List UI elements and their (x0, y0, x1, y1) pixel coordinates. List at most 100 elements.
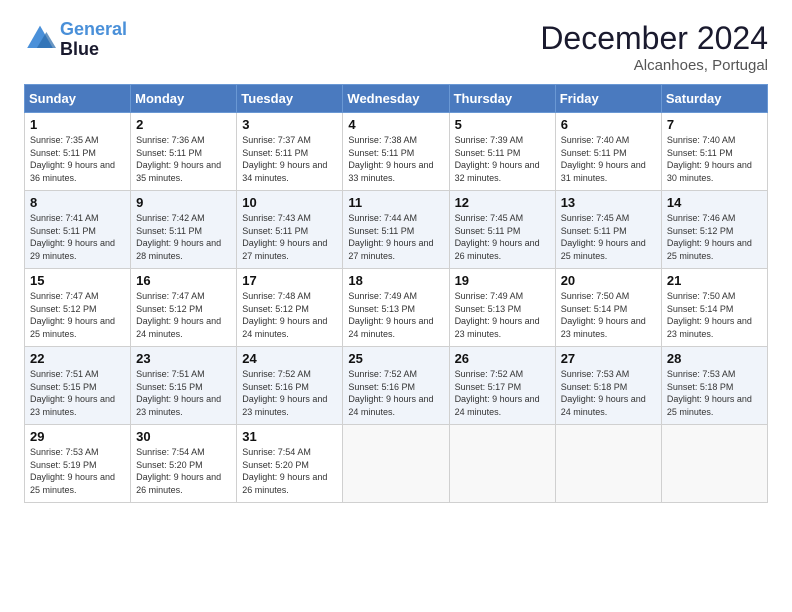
calendar-week-4: 22 Sunrise: 7:51 AMSunset: 5:15 PMDaylig… (25, 347, 768, 425)
header-saturday: Saturday (661, 85, 767, 113)
day-info: Sunrise: 7:44 AMSunset: 5:11 PMDaylight:… (348, 212, 443, 262)
day-info: Sunrise: 7:54 AMSunset: 5:20 PMDaylight:… (136, 446, 231, 496)
header-monday: Monday (131, 85, 237, 113)
day-info: Sunrise: 7:47 AMSunset: 5:12 PMDaylight:… (30, 290, 125, 340)
days-header-row: SundayMondayTuesdayWednesdayThursdayFrid… (25, 85, 768, 113)
day-number: 25 (348, 351, 443, 366)
header-sunday: Sunday (25, 85, 131, 113)
calendar-table: SundayMondayTuesdayWednesdayThursdayFrid… (24, 84, 768, 503)
calendar-cell: 1 Sunrise: 7:35 AMSunset: 5:11 PMDayligh… (25, 113, 131, 191)
day-info: Sunrise: 7:41 AMSunset: 5:11 PMDaylight:… (30, 212, 125, 262)
calendar-cell: 19 Sunrise: 7:49 AMSunset: 5:13 PMDaylig… (449, 269, 555, 347)
day-info: Sunrise: 7:50 AMSunset: 5:14 PMDaylight:… (561, 290, 656, 340)
day-number: 6 (561, 117, 656, 132)
calendar-cell: 13 Sunrise: 7:45 AMSunset: 5:11 PMDaylig… (555, 191, 661, 269)
day-number: 21 (667, 273, 762, 288)
calendar-cell (555, 425, 661, 503)
day-number: 5 (455, 117, 550, 132)
location: Alcanhoes, Portugal (540, 57, 768, 74)
day-number: 13 (561, 195, 656, 210)
day-number: 27 (561, 351, 656, 366)
calendar-cell: 24 Sunrise: 7:52 AMSunset: 5:16 PMDaylig… (237, 347, 343, 425)
day-info: Sunrise: 7:53 AMSunset: 5:19 PMDaylight:… (30, 446, 125, 496)
day-number: 3 (242, 117, 337, 132)
calendar-cell: 17 Sunrise: 7:48 AMSunset: 5:12 PMDaylig… (237, 269, 343, 347)
day-number: 12 (455, 195, 550, 210)
calendar-cell: 7 Sunrise: 7:40 AMSunset: 5:11 PMDayligh… (661, 113, 767, 191)
day-number: 29 (30, 429, 125, 444)
day-info: Sunrise: 7:45 AMSunset: 5:11 PMDaylight:… (561, 212, 656, 262)
day-number: 26 (455, 351, 550, 366)
day-info: Sunrise: 7:51 AMSunset: 5:15 PMDaylight:… (30, 368, 125, 418)
logo-icon (24, 24, 56, 56)
day-number: 18 (348, 273, 443, 288)
calendar-week-2: 8 Sunrise: 7:41 AMSunset: 5:11 PMDayligh… (25, 191, 768, 269)
day-number: 15 (30, 273, 125, 288)
day-info: Sunrise: 7:36 AMSunset: 5:11 PMDaylight:… (136, 134, 231, 184)
calendar-cell: 3 Sunrise: 7:37 AMSunset: 5:11 PMDayligh… (237, 113, 343, 191)
day-number: 19 (455, 273, 550, 288)
calendar-cell: 12 Sunrise: 7:45 AMSunset: 5:11 PMDaylig… (449, 191, 555, 269)
calendar-cell (343, 425, 449, 503)
day-number: 16 (136, 273, 231, 288)
day-number: 17 (242, 273, 337, 288)
calendar-cell (449, 425, 555, 503)
calendar-cell: 25 Sunrise: 7:52 AMSunset: 5:16 PMDaylig… (343, 347, 449, 425)
page-header: GeneralBlue December 2024 Alcanhoes, Por… (24, 20, 768, 74)
logo: GeneralBlue (24, 20, 127, 60)
calendar-cell: 15 Sunrise: 7:47 AMSunset: 5:12 PMDaylig… (25, 269, 131, 347)
day-info: Sunrise: 7:52 AMSunset: 5:16 PMDaylight:… (348, 368, 443, 418)
month-title: December 2024 (540, 20, 768, 57)
calendar-cell: 29 Sunrise: 7:53 AMSunset: 5:19 PMDaylig… (25, 425, 131, 503)
header-wednesday: Wednesday (343, 85, 449, 113)
day-number: 30 (136, 429, 231, 444)
day-info: Sunrise: 7:52 AMSunset: 5:16 PMDaylight:… (242, 368, 337, 418)
day-number: 10 (242, 195, 337, 210)
day-number: 2 (136, 117, 231, 132)
day-info: Sunrise: 7:38 AMSunset: 5:11 PMDaylight:… (348, 134, 443, 184)
day-info: Sunrise: 7:40 AMSunset: 5:11 PMDaylight:… (561, 134, 656, 184)
header-tuesday: Tuesday (237, 85, 343, 113)
header-thursday: Thursday (449, 85, 555, 113)
day-info: Sunrise: 7:52 AMSunset: 5:17 PMDaylight:… (455, 368, 550, 418)
calendar-cell: 9 Sunrise: 7:42 AMSunset: 5:11 PMDayligh… (131, 191, 237, 269)
calendar-cell: 10 Sunrise: 7:43 AMSunset: 5:11 PMDaylig… (237, 191, 343, 269)
calendar-cell: 14 Sunrise: 7:46 AMSunset: 5:12 PMDaylig… (661, 191, 767, 269)
day-number: 8 (30, 195, 125, 210)
day-info: Sunrise: 7:50 AMSunset: 5:14 PMDaylight:… (667, 290, 762, 340)
day-info: Sunrise: 7:43 AMSunset: 5:11 PMDaylight:… (242, 212, 337, 262)
calendar-cell: 21 Sunrise: 7:50 AMSunset: 5:14 PMDaylig… (661, 269, 767, 347)
calendar-cell: 31 Sunrise: 7:54 AMSunset: 5:20 PMDaylig… (237, 425, 343, 503)
day-info: Sunrise: 7:53 AMSunset: 5:18 PMDaylight:… (561, 368, 656, 418)
calendar-cell: 20 Sunrise: 7:50 AMSunset: 5:14 PMDaylig… (555, 269, 661, 347)
calendar-cell: 27 Sunrise: 7:53 AMSunset: 5:18 PMDaylig… (555, 347, 661, 425)
calendar-week-5: 29 Sunrise: 7:53 AMSunset: 5:19 PMDaylig… (25, 425, 768, 503)
calendar-cell: 4 Sunrise: 7:38 AMSunset: 5:11 PMDayligh… (343, 113, 449, 191)
day-info: Sunrise: 7:37 AMSunset: 5:11 PMDaylight:… (242, 134, 337, 184)
day-number: 22 (30, 351, 125, 366)
day-info: Sunrise: 7:40 AMSunset: 5:11 PMDaylight:… (667, 134, 762, 184)
day-info: Sunrise: 7:47 AMSunset: 5:12 PMDaylight:… (136, 290, 231, 340)
day-number: 31 (242, 429, 337, 444)
day-info: Sunrise: 7:54 AMSunset: 5:20 PMDaylight:… (242, 446, 337, 496)
calendar-cell: 26 Sunrise: 7:52 AMSunset: 5:17 PMDaylig… (449, 347, 555, 425)
calendar-cell: 6 Sunrise: 7:40 AMSunset: 5:11 PMDayligh… (555, 113, 661, 191)
logo-text: GeneralBlue (60, 20, 127, 60)
day-number: 7 (667, 117, 762, 132)
day-number: 23 (136, 351, 231, 366)
calendar-cell: 5 Sunrise: 7:39 AMSunset: 5:11 PMDayligh… (449, 113, 555, 191)
day-number: 24 (242, 351, 337, 366)
day-info: Sunrise: 7:42 AMSunset: 5:11 PMDaylight:… (136, 212, 231, 262)
calendar-cell: 16 Sunrise: 7:47 AMSunset: 5:12 PMDaylig… (131, 269, 237, 347)
day-info: Sunrise: 7:53 AMSunset: 5:18 PMDaylight:… (667, 368, 762, 418)
day-number: 20 (561, 273, 656, 288)
calendar-cell (661, 425, 767, 503)
day-info: Sunrise: 7:51 AMSunset: 5:15 PMDaylight:… (136, 368, 231, 418)
calendar-cell: 8 Sunrise: 7:41 AMSunset: 5:11 PMDayligh… (25, 191, 131, 269)
header-friday: Friday (555, 85, 661, 113)
calendar-cell: 18 Sunrise: 7:49 AMSunset: 5:13 PMDaylig… (343, 269, 449, 347)
calendar-cell: 23 Sunrise: 7:51 AMSunset: 5:15 PMDaylig… (131, 347, 237, 425)
calendar-cell: 11 Sunrise: 7:44 AMSunset: 5:11 PMDaylig… (343, 191, 449, 269)
day-info: Sunrise: 7:49 AMSunset: 5:13 PMDaylight:… (455, 290, 550, 340)
calendar-week-1: 1 Sunrise: 7:35 AMSunset: 5:11 PMDayligh… (25, 113, 768, 191)
